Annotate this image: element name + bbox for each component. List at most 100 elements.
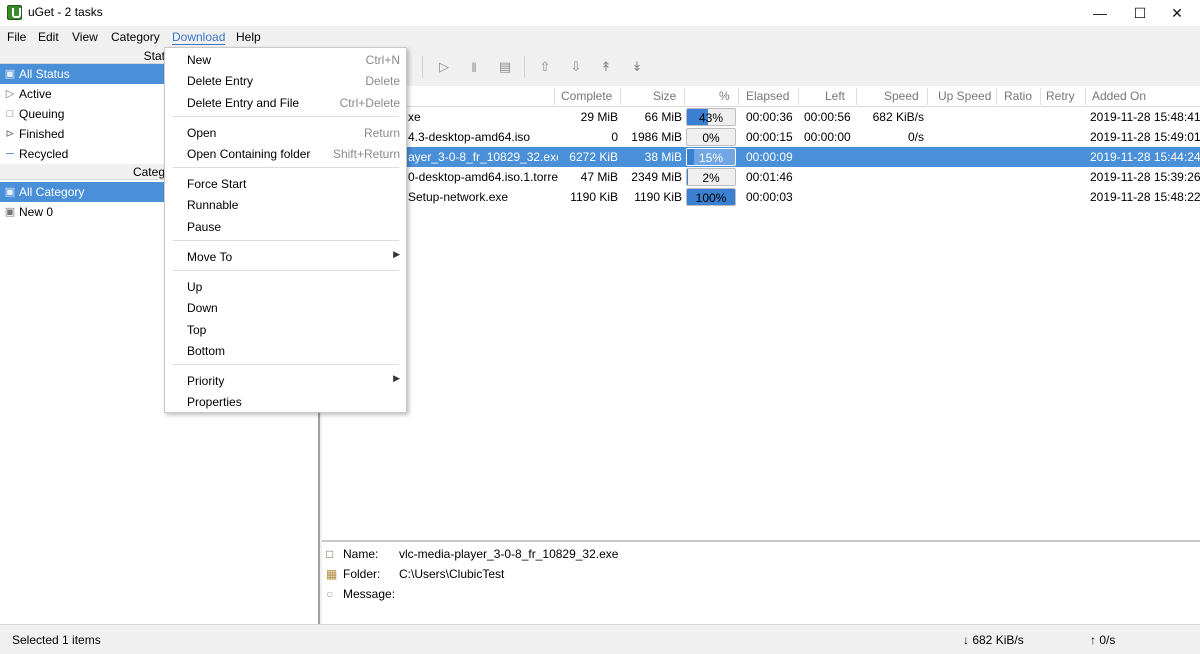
menu-category[interactable]: Category	[111, 30, 160, 44]
download-added: 2019-11-28 15:48:22	[1090, 190, 1200, 204]
pause-icon[interactable]: ‖	[465, 58, 483, 76]
download-size: 1190 KiB	[634, 190, 682, 204]
download-row-selected[interactable]: ayer_3-0-8_fr_10829_32.exe 6272 KiB 38 M…	[322, 147, 1200, 167]
submenu-arrow-icon: ▶	[393, 373, 400, 383]
progress-bar: 100%	[686, 188, 736, 206]
download-size: 66 MiB	[644, 110, 682, 124]
list-header: Complete Size % Elapsed Left Speed Up Sp…	[322, 86, 1200, 107]
move-bottom-icon[interactable]: ↡	[628, 58, 646, 76]
details-panel: □ Name: vlc-media-player_3-0-8_fr_10829_…	[322, 540, 1200, 624]
column-separator	[798, 88, 799, 105]
column-separator	[554, 88, 555, 105]
menu-item-runnable[interactable]: Runnable	[165, 194, 406, 215]
menu-item-priority[interactable]: Priority ▶	[165, 370, 406, 391]
menu-separator	[173, 116, 399, 117]
status-bar: Selected 1 items ↓ 682 KiB/s ↑ 0/s	[0, 624, 1200, 654]
column-elapsed[interactable]: Elapsed	[746, 89, 789, 103]
menu-download[interactable]: Download	[172, 30, 226, 45]
download-added: 2019-11-28 15:44:24	[1090, 150, 1200, 164]
menu-item-down[interactable]: Down	[165, 297, 406, 318]
menu-separator	[173, 270, 399, 271]
toolbar: ▷ ‖ ▤ ⇧ ⇩ ↟ ↡	[320, 48, 1200, 86]
download-name: ayer_3-0-8_fr_10829_32.exe	[408, 150, 558, 164]
menu-file[interactable]: File	[7, 30, 26, 44]
column-left[interactable]: Left	[825, 89, 845, 103]
download-elapsed: 00:01:46	[746, 170, 793, 184]
menu-edit[interactable]: Edit	[38, 30, 59, 44]
menu-item-pause[interactable]: Pause	[165, 216, 406, 237]
close-button[interactable]: ✕	[1154, 0, 1200, 26]
title-bar: uGet - 2 tasks — ☐ ✕	[0, 0, 1200, 26]
menu-item-bottom[interactable]: Bottom	[165, 340, 406, 361]
submenu-arrow-icon: ▶	[393, 249, 400, 259]
download-row[interactable]: 0-desktop-amd64.iso.1.torrent 47 MiB 234…	[322, 167, 1200, 187]
download-speed: 0/s	[907, 130, 924, 144]
download-elapsed: 00:00:15	[746, 130, 793, 144]
detail-folder-label: Folder:	[343, 567, 381, 581]
column-percent[interactable]: %	[719, 89, 730, 103]
download-elapsed: 00:00:09	[746, 150, 793, 164]
status-header: Stat	[0, 48, 165, 64]
category-header: Categ	[0, 164, 165, 180]
recycle-icon: ─	[6, 148, 14, 160]
column-up-speed[interactable]: Up Speed	[938, 89, 991, 103]
download-menu: New Ctrl+N Delete Entry Delete Delete Entr…	[164, 47, 407, 413]
download-speed-total: ↓ 682 KiB/s	[963, 633, 1024, 647]
download-row[interactable]: xe 29 MiB 66 MiB 43% 00:00:36 00:00:56 6…	[322, 107, 1200, 127]
download-speed: 682 KiB/s	[872, 110, 924, 124]
queue-icon: □	[6, 108, 14, 120]
selected-count: Selected 1 items	[12, 633, 101, 647]
detail-name-label: Name:	[343, 547, 379, 561]
column-separator	[620, 88, 621, 105]
column-added-on[interactable]: Added On	[1092, 89, 1146, 103]
detail-folder-row: ▦ Folder: C:\Users\ClubicTest	[322, 564, 1200, 584]
detail-folder-value: C:\Users\ClubicTest	[399, 567, 505, 581]
column-separator	[996, 88, 997, 105]
download-name: xe	[408, 110, 421, 124]
download-name: 0-desktop-amd64.iso.1.torrent	[408, 170, 558, 184]
uget-app-icon	[7, 5, 22, 20]
progress-bar: 0%	[686, 128, 736, 146]
column-speed[interactable]: Speed	[884, 89, 919, 103]
column-separator	[856, 88, 857, 105]
move-down-icon[interactable]: ⇩	[567, 58, 585, 76]
progress-bar: 15%	[686, 148, 736, 166]
detail-name-value: vlc-media-player_3-0-8_fr_10829_32.exe	[399, 547, 619, 561]
start-icon[interactable]: ▷	[435, 58, 453, 76]
menu-item-properties[interactable]: Properties	[165, 391, 406, 412]
all-category-icon: ▣	[4, 186, 16, 198]
download-elapsed: 00:00:36	[746, 110, 793, 124]
download-elapsed: 00:00:03	[746, 190, 793, 204]
column-complete[interactable]: Complete	[561, 89, 612, 103]
folder-icon: ▦	[326, 567, 338, 581]
menu-item-delete-entry[interactable]: Delete Entry Delete	[165, 70, 406, 91]
download-left: 00:00:56	[804, 110, 851, 124]
menu-item-new[interactable]: New Ctrl+N	[165, 49, 406, 70]
move-up-icon[interactable]: ⇧	[536, 58, 554, 76]
move-top-icon[interactable]: ↟	[597, 58, 615, 76]
properties-icon[interactable]: ▤	[496, 58, 514, 76]
menu-item-open-containing-folder[interactable]: Open Containing folder Shift+Return	[165, 143, 406, 164]
column-retry[interactable]: Retry	[1046, 89, 1075, 103]
download-added: 2019-11-28 15:48:41	[1090, 110, 1200, 124]
menu-item-force-start[interactable]: Force Start	[165, 173, 406, 194]
menu-item-delete-entry-and-file[interactable]: Delete Entry and File Ctrl+Delete	[165, 92, 406, 113]
detail-message-label: Message:	[343, 587, 396, 601]
column-size[interactable]: Size	[653, 89, 676, 103]
column-separator	[684, 88, 685, 105]
lightbulb-icon: ○	[326, 587, 334, 601]
download-name: 4.3-desktop-amd64.iso	[408, 130, 531, 144]
menu-help[interactable]: Help	[236, 30, 261, 44]
column-separator	[738, 88, 739, 105]
column-ratio[interactable]: Ratio	[1004, 89, 1032, 103]
column-separator	[1085, 88, 1086, 105]
progress-bar: 43%	[686, 108, 736, 126]
download-row[interactable]: Setup-network.exe 1190 KiB 1190 KiB 100%…	[322, 187, 1200, 207]
menu-item-top[interactable]: Top	[165, 319, 406, 340]
play-icon: ▷	[5, 88, 15, 100]
menu-item-open[interactable]: Open Return	[165, 122, 406, 143]
menu-item-up[interactable]: Up	[165, 276, 406, 297]
menu-item-move-to[interactable]: Move To ▶	[165, 246, 406, 267]
download-row[interactable]: 4.3-desktop-amd64.iso 0 1986 MiB 0% 00:0…	[322, 127, 1200, 147]
menu-view[interactable]: View	[72, 30, 98, 44]
